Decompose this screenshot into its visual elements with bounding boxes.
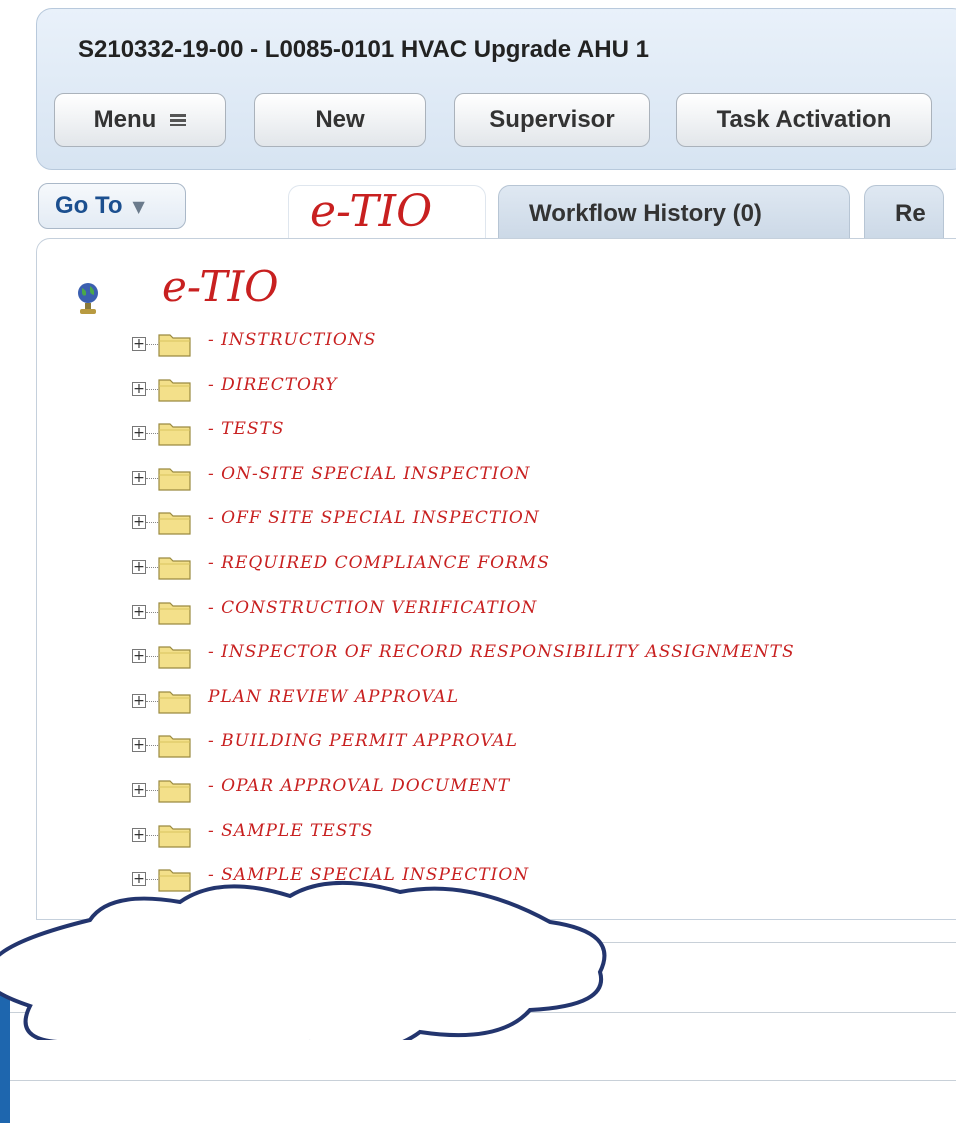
- goto-button[interactable]: Go To ▼: [38, 183, 186, 229]
- tree-folder-label: - OFF SITE SPECIAL INSPECTION: [208, 508, 540, 529]
- tree-folder-item[interactable]: + - SAMPLE TESTS: [132, 821, 892, 851]
- tree-connector: [146, 611, 158, 613]
- hamburger-icon: [170, 106, 187, 134]
- supervisor-button[interactable]: Supervisor: [454, 93, 650, 147]
- plus-box-icon[interactable]: +: [132, 827, 146, 842]
- folder-icon: [158, 466, 192, 492]
- tab-re[interactable]: Re: [864, 185, 944, 241]
- tree-connector: [146, 433, 158, 435]
- tree-connector: [146, 567, 158, 568]
- folder-icon: [158, 377, 192, 403]
- tree-connector: [146, 477, 158, 479]
- globe-icon: [76, 282, 100, 316]
- tree-folder-label: - INSTRUCTIONS: [208, 330, 377, 350]
- folder-icon: [158, 332, 192, 358]
- tree-folder-item[interactable]: + - ON-SITE SPECIAL INSPECTION: [132, 464, 892, 494]
- tree-folder-label: - BUILDING PERMIT APPROVAL: [208, 731, 518, 752]
- supervisor-button-label: Supervisor: [489, 106, 615, 133]
- folder-icon: [158, 600, 192, 626]
- tree-folder-item[interactable]: + - BUILDING PERMIT APPROVAL: [132, 731, 892, 761]
- tree-folder-label: - INSPECTOR OF RECORD RESPONSIBILITY ASS…: [208, 642, 795, 663]
- tree-folder-item[interactable]: + - CONSTRUCTION VERIFICATION: [132, 598, 892, 628]
- tree-connector: [146, 790, 158, 791]
- chevron-down-icon: ▼: [132, 196, 145, 216]
- tree-folder-item[interactable]: + - DIRECTORY: [132, 375, 892, 405]
- goto-label: Go To: [55, 192, 123, 219]
- page-title: S210332-19-00 - L0085-0101 HVAC Upgrade …: [78, 36, 649, 63]
- tree-folder-label: - DIRECTORY: [208, 374, 338, 395]
- tree-connector: [146, 700, 158, 702]
- plus-box-icon[interactable]: +: [132, 649, 146, 664]
- tree-connector: [146, 834, 158, 836]
- tree-folder-item[interactable]: + - INSPECTOR OF RECORD RESPONSIBILITY AS…: [132, 642, 892, 672]
- folder-icon: [158, 644, 192, 670]
- menu-button-label: Menu: [93, 106, 157, 133]
- new-button-label: New: [315, 106, 365, 133]
- folder-icon: [158, 510, 192, 536]
- task-activation-button-label: Task Activation: [716, 106, 892, 133]
- menu-button[interactable]: Menu: [54, 93, 226, 147]
- tree-folder-label: - SAMPLE TESTS: [208, 820, 374, 841]
- folder-icon: [158, 555, 192, 581]
- tree-folder-label: - ON-SITE SPECIAL INSPECTION: [208, 463, 531, 484]
- plus-box-icon[interactable]: +: [132, 738, 146, 753]
- tree-folder-item[interactable]: + - OFF SITE SPECIAL INSPECTION: [132, 508, 892, 538]
- plus-box-icon[interactable]: +: [132, 470, 146, 485]
- plus-box-icon[interactable]: +: [132, 783, 146, 797]
- tree-folder-item[interactable]: + PLAN REVIEW APPROVAL: [132, 687, 892, 717]
- plus-box-icon[interactable]: +: [132, 560, 146, 574]
- tree-folder-item[interactable]: + - OPAR APPROVAL DOCUMENT: [132, 776, 892, 806]
- divider: [10, 1080, 956, 1081]
- folder-icon: [158, 421, 192, 447]
- tab-workflow-history[interactable]: Workflow History (0): [498, 185, 850, 241]
- tab-re-label: Re: [895, 199, 926, 227]
- folder-icon: [158, 733, 192, 759]
- tree-folder-item[interactable]: + - REQUIRED COMPLIANCE FORMS: [132, 553, 892, 583]
- tree-folder-label: - CONSTRUCTION VERIFICATION: [208, 597, 538, 618]
- folder-icon: [158, 778, 192, 804]
- plus-box-icon[interactable]: +: [132, 426, 146, 441]
- tree-folder-label: PLAN REVIEW APPROVAL: [208, 686, 460, 707]
- tree-folder-item[interactable]: + - INSTRUCTIONS: [132, 330, 892, 360]
- folder-icon: [158, 689, 192, 715]
- tree-folder-label: - OPAR APPROVAL DOCUMENT: [208, 776, 511, 796]
- plus-box-icon[interactable]: +: [132, 337, 146, 351]
- tree-connector: [146, 745, 158, 747]
- folder-icon: [158, 823, 192, 849]
- tab-workflow-history-label: Workflow History (0): [529, 199, 762, 227]
- plus-box-icon[interactable]: +: [132, 515, 146, 530]
- new-button[interactable]: New: [254, 93, 426, 147]
- tree-connector: [146, 522, 158, 524]
- task-activation-button[interactable]: Task Activation: [676, 93, 932, 147]
- tree-connector: [146, 656, 158, 658]
- tree-root-label[interactable]: e-TIO: [162, 262, 279, 311]
- tree-folder-item[interactable]: + - TESTS: [132, 419, 892, 449]
- plus-box-icon[interactable]: +: [132, 604, 146, 619]
- plus-box-icon[interactable]: +: [132, 381, 146, 396]
- plus-box-icon[interactable]: +: [132, 693, 146, 708]
- tab-handwritten-label: e-TIO: [310, 186, 433, 237]
- tree-folder-label: - TESTS: [208, 419, 285, 440]
- cloud-callout-icon: [0, 880, 607, 1040]
- tree-connector: [146, 344, 158, 345]
- tree-folder-label: - REQUIRED COMPLIANCE FORMS: [208, 553, 550, 573]
- tree-connector: [146, 388, 158, 390]
